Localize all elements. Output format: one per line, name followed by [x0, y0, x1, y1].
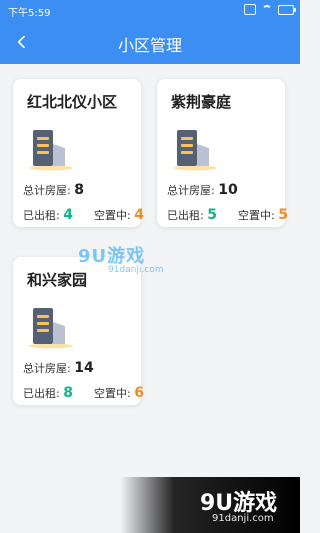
watermark-banner-site: 91danji.com: [212, 513, 274, 524]
rented-label: 已出租:: [167, 209, 204, 222]
vacant-label: 空置中:: [93, 387, 131, 400]
building-icon: [29, 308, 73, 349]
total-houses: 总计房屋: 10: [167, 182, 238, 198]
community-card[interactable]: 紫荆豪庭 总计房屋: 10 已出租: 5 空置中: 5: [157, 79, 288, 227]
sim-icon: [244, 4, 256, 15]
watermark-center: 9U游戏 91danji.com: [78, 242, 168, 282]
occupancy-row: 已出租: 8 空置中: 6: [23, 385, 144, 401]
total-value: 8: [74, 182, 84, 198]
building-icon: [173, 130, 217, 171]
occupancy-row: 已出租: 4 空置中: 4: [23, 207, 144, 223]
rented-label: 已出租:: [23, 209, 60, 222]
status-icons: [244, 4, 296, 15]
total-label: 总计房屋:: [167, 184, 215, 197]
total-value: 14: [74, 360, 94, 376]
community-card[interactable]: 红北北仪小区 总计房屋: 8 已出租: 4 空置中: 4: [13, 79, 144, 227]
page-title: 小区管理: [117, 36, 182, 55]
total-houses: 总计房屋: 14: [23, 360, 94, 376]
watermark-site: 91danji.com: [108, 265, 164, 275]
vacant-value: 4: [134, 207, 144, 223]
vacant-value: 6: [134, 385, 144, 401]
vacant-label: 空置中:: [93, 209, 131, 222]
total-label: 总计房屋:: [23, 184, 71, 197]
wifi-icon: [262, 5, 272, 14]
building-icon: [29, 130, 73, 171]
rented-value: 8: [63, 385, 73, 401]
watermark-banner: 9U游戏 91danji.com: [120, 477, 300, 533]
community-name: 红北北仪小区: [27, 93, 118, 111]
total-label: 总计房屋:: [23, 362, 71, 375]
rented-value: 5: [207, 207, 217, 223]
status-bar: 下午5:59: [0, 0, 300, 20]
vacant-value: 5: [278, 207, 288, 223]
battery-icon: [278, 4, 296, 15]
rented-label: 已出租:: [23, 387, 60, 400]
vacant-label: 空置中:: [237, 209, 275, 222]
occupancy-row: 已出租: 5 空置中: 5: [167, 207, 288, 223]
total-houses: 总计房屋: 8: [23, 182, 84, 198]
status-time: 下午5:59: [8, 8, 51, 19]
app-header: 小区管理: [0, 20, 300, 64]
rented-value: 4: [63, 207, 73, 223]
community-name: 紫荆豪庭: [171, 93, 232, 111]
total-value: 10: [218, 182, 238, 198]
